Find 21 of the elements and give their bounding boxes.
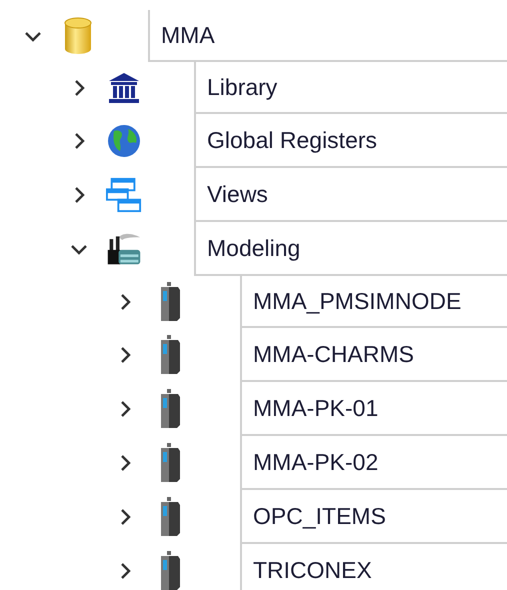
globe-icon [106, 123, 142, 159]
tree-item[interactable]: MMA_PMSIMNODE [240, 276, 507, 328]
tree-item[interactable]: MMA-PK-02 [240, 436, 507, 490]
tree-item[interactable]: Modeling [194, 222, 507, 276]
tree-item[interactable]: OPC_ITEMS [240, 490, 507, 544]
database-icon [63, 17, 93, 55]
windows-icon [106, 176, 142, 214]
tree-item[interactable]: Library [194, 62, 507, 114]
tree-item[interactable]: Global Registers [194, 114, 507, 168]
server-icon [158, 497, 182, 537]
tree-item[interactable]: TRICONEX [240, 544, 507, 590]
tree-item[interactable]: MMA-CHARMS [240, 328, 507, 382]
bank-icon [107, 71, 141, 105]
server-icon [158, 443, 182, 483]
server-icon [158, 551, 182, 590]
server-icon [158, 335, 182, 375]
server-icon [158, 389, 182, 429]
tree-item[interactable]: MMA [148, 10, 507, 62]
server-icon [158, 282, 182, 322]
tree-item[interactable]: Views [194, 168, 507, 222]
tree-item[interactable]: MMA-PK-01 [240, 382, 507, 436]
